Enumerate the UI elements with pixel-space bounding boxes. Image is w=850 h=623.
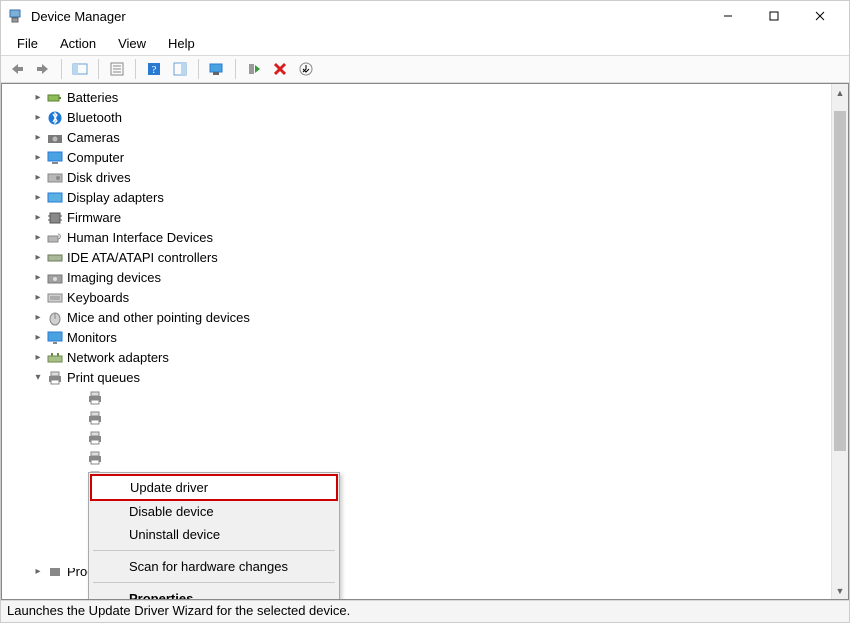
svg-text:?: ? — [152, 64, 157, 76]
keyboard-icon — [47, 290, 63, 306]
enable-device-button[interactable] — [242, 58, 266, 80]
vertical-scrollbar[interactable]: ▲ ▼ — [831, 84, 848, 599]
tree-item-disk-drives[interactable]: ▸Disk drives — [22, 168, 831, 188]
ctx-scan-hardware[interactable]: Scan for hardware changes — [91, 555, 337, 578]
menu-file[interactable]: File — [7, 34, 48, 53]
tree-item-imaging[interactable]: ▸Imaging devices — [22, 268, 831, 288]
tree-item-print-queues[interactable]: ▾Print queues — [22, 368, 831, 388]
printer-icon — [47, 370, 63, 386]
back-button[interactable] — [5, 58, 29, 80]
tree-item-bluetooth[interactable]: ▸Bluetooth — [22, 108, 831, 128]
window-title: Device Manager — [31, 9, 126, 24]
toolbar: ? — [1, 55, 849, 83]
hid-icon — [47, 230, 63, 246]
help-button[interactable]: ? — [142, 58, 166, 80]
ctx-update-driver[interactable]: Update driver — [90, 474, 338, 501]
monitor-icon — [47, 330, 63, 346]
properties-button[interactable] — [105, 58, 129, 80]
printer-icon — [87, 390, 103, 406]
tree-item-cameras[interactable]: ▸Cameras — [22, 128, 831, 148]
ctx-disable-device[interactable]: Disable device — [91, 500, 337, 523]
scan-hardware-button[interactable] — [205, 58, 229, 80]
menu-action[interactable]: Action — [50, 34, 106, 53]
tree-item-computer[interactable]: ▸Computer — [22, 148, 831, 168]
ctx-separator — [93, 550, 335, 551]
disk-icon — [47, 170, 63, 186]
scroll-down-button[interactable]: ▼ — [832, 582, 848, 599]
computer-icon — [47, 150, 63, 166]
firmware-icon — [47, 210, 63, 226]
scroll-thumb[interactable] — [834, 111, 846, 451]
tree-item-display-adapters[interactable]: ▸Display adapters — [22, 188, 831, 208]
tree-item-monitors[interactable]: ▸Monitors — [22, 328, 831, 348]
print-queue-item[interactable]: ▸ — [22, 408, 831, 428]
printer-icon — [87, 410, 103, 426]
minimize-button[interactable] — [705, 1, 751, 31]
app-icon — [7, 8, 23, 24]
context-menu: Update driver Disable device Uninstall d… — [88, 472, 340, 599]
tree-item-ide[interactable]: ▸IDE ATA/ATAPI controllers — [22, 248, 831, 268]
processor-icon — [47, 568, 63, 576]
print-queue-item[interactable]: ▸ — [22, 428, 831, 448]
menu-view[interactable]: View — [108, 34, 156, 53]
tree-item-network[interactable]: ▸Network adapters — [22, 348, 831, 368]
tree-item-batteries[interactable]: ▸Batteries — [22, 88, 831, 108]
print-queue-item[interactable]: ▸ — [22, 388, 831, 408]
titlebar: Device Manager — [1, 1, 849, 31]
update-driver-button[interactable] — [294, 58, 318, 80]
printer-icon — [87, 450, 103, 466]
ctx-properties[interactable]: Properties — [91, 587, 337, 599]
ctx-uninstall-device[interactable]: Uninstall device — [91, 523, 337, 546]
tree-item-mice[interactable]: ▸Mice and other pointing devices — [22, 308, 831, 328]
imaging-icon — [47, 270, 63, 286]
printer-icon — [87, 430, 103, 446]
tree-item-firmware[interactable]: ▸Firmware — [22, 208, 831, 228]
battery-icon — [47, 90, 63, 106]
scroll-up-button[interactable]: ▲ — [832, 84, 848, 101]
status-bar: Launches the Update Driver Wizard for th… — [1, 600, 849, 622]
mouse-icon — [47, 310, 63, 326]
show-hide-console-button[interactable] — [68, 58, 92, 80]
tree-item-hid[interactable]: ▸Human Interface Devices — [22, 228, 831, 248]
close-button[interactable] — [797, 1, 843, 31]
forward-button[interactable] — [31, 58, 55, 80]
print-queue-item[interactable]: ▸ — [22, 448, 831, 468]
uninstall-device-button[interactable] — [268, 58, 292, 80]
display-icon — [47, 190, 63, 206]
menu-help[interactable]: Help — [158, 34, 205, 53]
camera-icon — [47, 130, 63, 146]
maximize-button[interactable] — [751, 1, 797, 31]
network-icon — [47, 350, 63, 366]
menubar: File Action View Help — [1, 31, 849, 55]
ctx-separator — [93, 582, 335, 583]
action-pane-button[interactable] — [168, 58, 192, 80]
scroll-track[interactable] — [832, 101, 848, 582]
ide-icon — [47, 250, 63, 266]
tree-item-keyboards[interactable]: ▸Keyboards — [22, 288, 831, 308]
bluetooth-icon — [47, 110, 63, 126]
